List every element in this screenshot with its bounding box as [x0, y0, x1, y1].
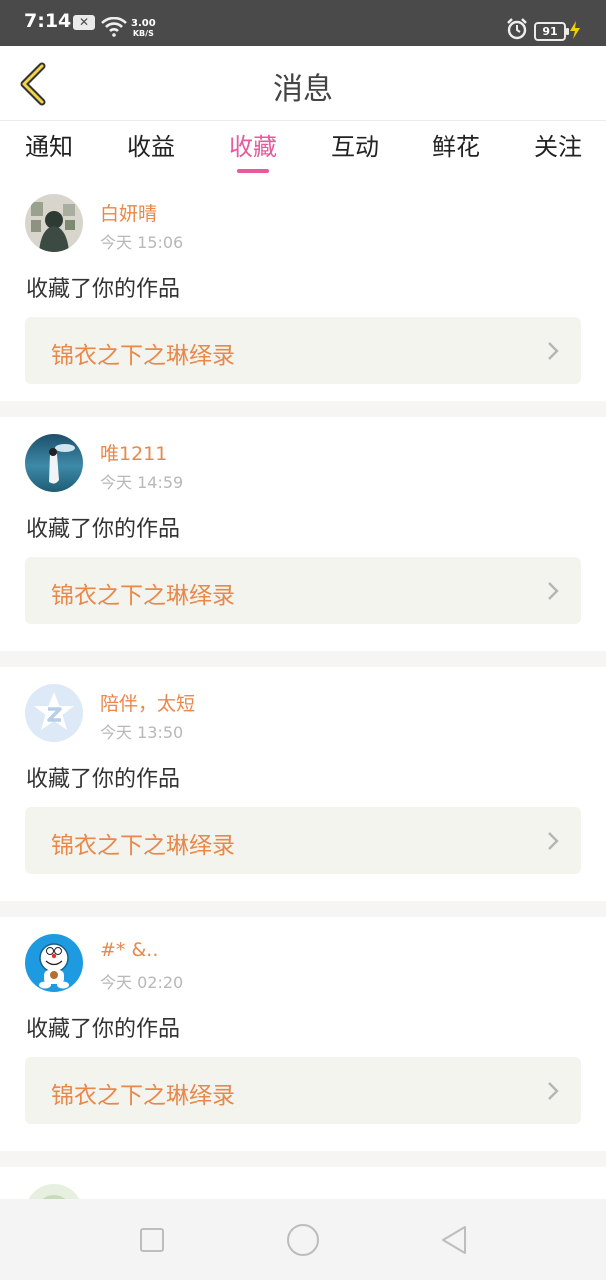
close-box-icon: ✕: [73, 15, 95, 30]
message-time: 今天 14:59: [100, 473, 184, 492]
tab-label: 收藏: [229, 133, 277, 161]
tab-label: 收益: [127, 133, 175, 161]
tab-label: 互动: [331, 133, 379, 161]
message-card: #* &.. 今天 02:20 收藏了你的作品 锦衣之下之琳绎录: [0, 917, 606, 1141]
work-title: 锦衣之下之琳绎录: [51, 343, 235, 369]
tab-bar: 通知 收益 收藏 互动 鲜花 关注: [0, 121, 606, 177]
message-action: 收藏了你的作品: [26, 1017, 181, 1042]
user-name[interactable]: 白妍晴: [100, 199, 157, 226]
photo-avatar-icon[interactable]: [25, 194, 83, 252]
message-time: 今天 02:20: [100, 973, 184, 992]
message-action: 收藏了你的作品: [26, 517, 181, 542]
recent-apps-icon[interactable]: [139, 1227, 165, 1253]
message-card: 唯1211 今天 14:59 收藏了你的作品 锦衣之下之琳绎录: [0, 417, 606, 641]
tab-favorites[interactable]: 收藏: [228, 127, 278, 175]
work-link[interactable]: 锦衣之下之琳绎录: [25, 557, 581, 624]
work-link[interactable]: 锦衣之下之琳绎录: [25, 317, 581, 384]
tab-interactions[interactable]: 互动: [330, 127, 380, 175]
battery-level: 91: [542, 25, 558, 38]
user-name[interactable]: #* &..: [100, 939, 158, 961]
alarm-icon: [507, 18, 527, 40]
chevron-right-icon: [548, 342, 559, 360]
message-action: 收藏了你的作品: [26, 767, 181, 792]
wifi-icon: [101, 17, 127, 37]
tab-flowers[interactable]: 鲜花: [431, 127, 481, 175]
network-speed-unit: KB/S: [132, 29, 154, 38]
message-card: 白妍晴 今天 15:06 收藏了你的作品 锦衣之下之琳绎录: [0, 177, 606, 401]
tab-earnings[interactable]: 收益: [126, 127, 176, 175]
active-tab-indicator: [237, 169, 269, 173]
tab-notifications[interactable]: 通知: [24, 127, 74, 175]
user-name[interactable]: 陪伴，太短: [100, 689, 195, 716]
work-title: 锦衣之下之琳绎录: [51, 1083, 235, 1109]
card-separator: [0, 401, 606, 417]
home-icon[interactable]: [286, 1223, 320, 1257]
tab-label: 鲜花: [432, 133, 480, 161]
app-header: 消息: [0, 46, 606, 121]
network-speed-value: 3.00: [131, 18, 156, 29]
tab-follows[interactable]: 关注: [533, 127, 583, 175]
tab-label: 通知: [25, 133, 73, 161]
work-title: 锦衣之下之琳绎录: [51, 583, 235, 609]
chevron-right-icon: [548, 582, 559, 600]
message-action: 收藏了你的作品: [26, 277, 181, 302]
charging-bolt-icon: [570, 21, 580, 39]
card-separator: [0, 901, 606, 917]
chevron-right-icon: [548, 832, 559, 850]
back-triangle-icon[interactable]: [440, 1224, 468, 1256]
network-speed: 3.00 KB/S: [131, 19, 156, 39]
tab-label: 关注: [534, 133, 582, 161]
system-nav-bar: [0, 1199, 606, 1280]
message-time: 今天 13:50: [100, 723, 184, 742]
work-link[interactable]: 锦衣之下之琳绎录: [25, 1057, 581, 1124]
work-link[interactable]: 锦衣之下之琳绎录: [25, 807, 581, 874]
status-bar: 7:14 ✕ 3.00 KB/S 91: [0, 0, 606, 46]
chevron-right-icon: [548, 1082, 559, 1100]
message-time: 今天 15:06: [100, 233, 184, 252]
message-card: 陪伴，太短 今天 13:50 收藏了你的作品 锦衣之下之琳绎录: [0, 667, 606, 891]
card-separator: [0, 1151, 606, 1167]
battery-icon: 91: [534, 22, 569, 41]
work-title: 锦衣之下之琳绎录: [51, 833, 235, 859]
page-title: 消息: [273, 72, 333, 107]
clock: 7:14: [24, 10, 72, 32]
qq-star-avatar-icon[interactable]: [25, 684, 83, 742]
card-separator: [0, 651, 606, 667]
user-name[interactable]: 唯1211: [100, 439, 167, 466]
photo-avatar-icon[interactable]: [25, 434, 83, 492]
doraemon-avatar-icon[interactable]: [25, 934, 83, 992]
